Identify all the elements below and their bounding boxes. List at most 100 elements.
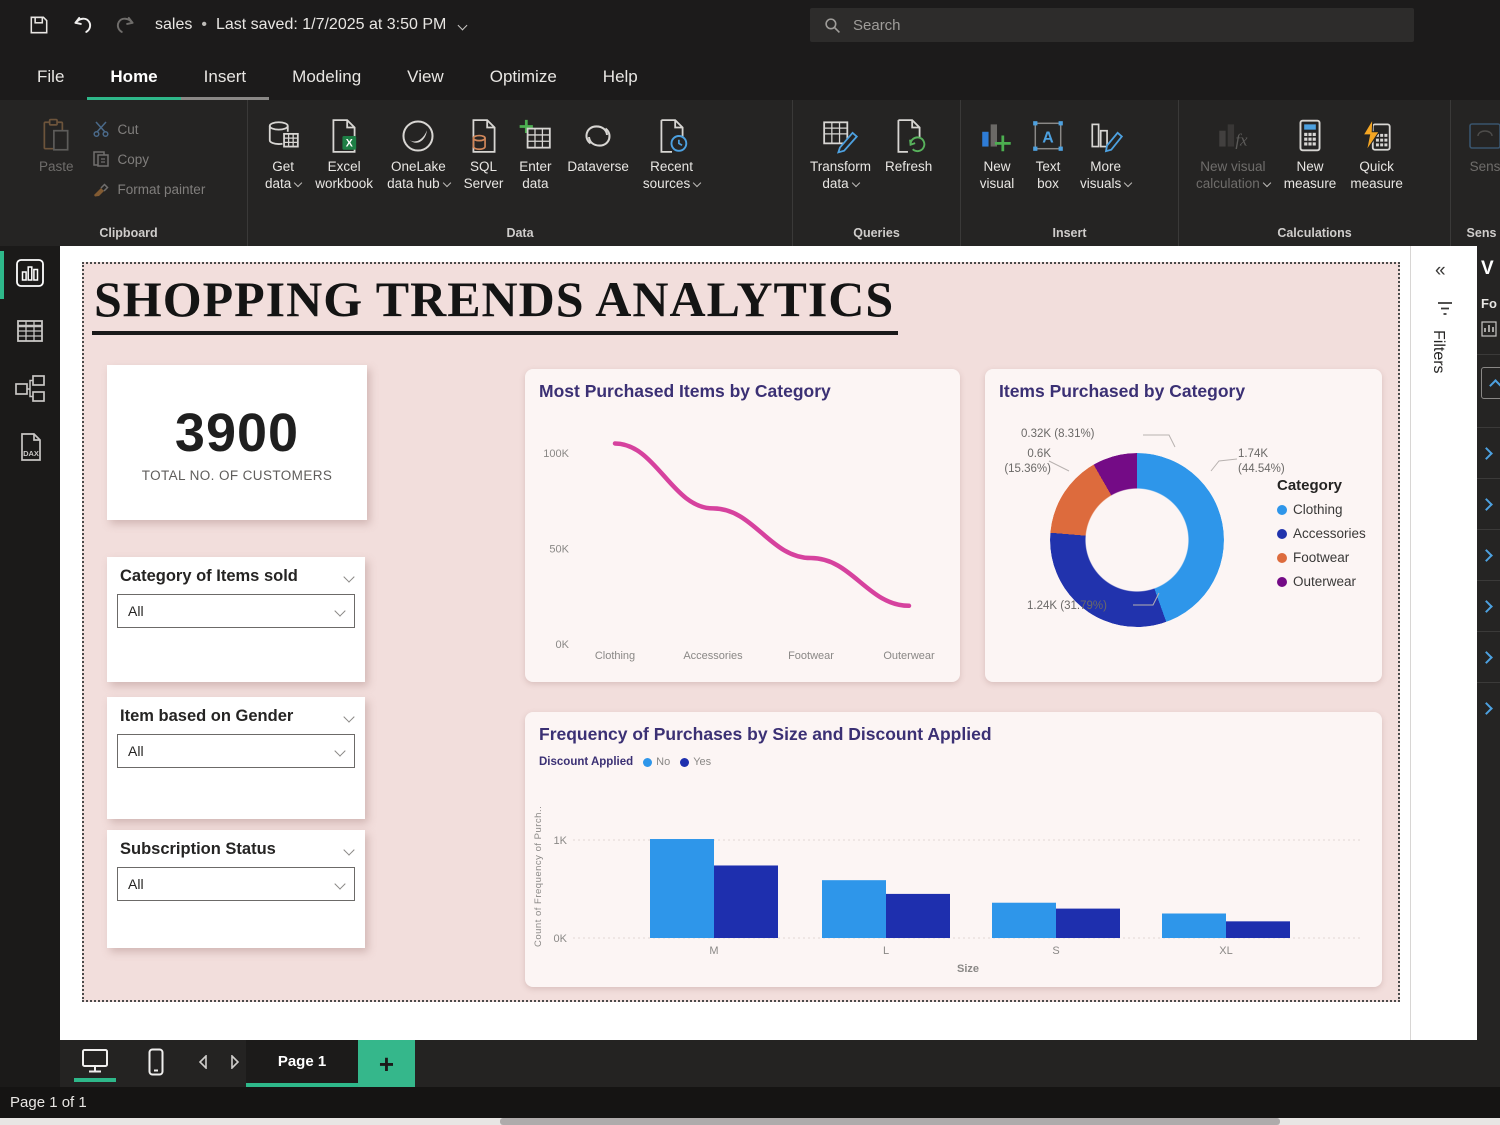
expand-filters-icon[interactable]: «: [1435, 260, 1446, 282]
legend-item-footwear[interactable]: Footwear: [1277, 550, 1366, 565]
refresh-button[interactable]: Refresh: [878, 112, 939, 177]
legend-item-accessories[interactable]: Accessories: [1277, 526, 1366, 541]
bar-yes-XL[interactable]: [1226, 921, 1290, 938]
sidebar-model-view[interactable]: [0, 362, 60, 420]
legend-item-clothing[interactable]: Clothing: [1277, 502, 1366, 517]
legend-label: Accessories: [1293, 526, 1366, 541]
redo-icon[interactable]: [112, 12, 138, 38]
svg-text:Outerwear: Outerwear: [883, 650, 935, 662]
copy-button[interactable]: Copy: [91, 144, 206, 174]
menu-item-home[interactable]: Home: [87, 67, 180, 100]
bar-yes-M[interactable]: [714, 865, 778, 938]
view-sidebar: DAX: [0, 246, 60, 1087]
format-painter-button[interactable]: Format painter: [91, 174, 206, 204]
filters-pane-collapsed: « Filters: [1410, 246, 1477, 1040]
save-icon[interactable]: [26, 12, 52, 38]
viz-pane-section-3[interactable]: [1477, 529, 1500, 580]
menu-item-view[interactable]: View: [384, 67, 467, 100]
legend-dot-icon: [1277, 505, 1287, 515]
add-page-button[interactable]: +: [358, 1040, 415, 1087]
sensitivity-button[interactable]: Sens: [1461, 112, 1500, 177]
transform-data-button[interactable]: Transformdata: [803, 112, 878, 194]
ribbon-button-label: Refresh: [885, 158, 932, 175]
sql-server-button[interactable]: SQLServer: [457, 112, 511, 194]
viz-pane-section-2[interactable]: [1477, 478, 1500, 529]
kpi-card-total-customers[interactable]: 3900 TOTAL NO. OF CUSTOMERS: [107, 365, 367, 520]
menu-item-modeling[interactable]: Modeling: [269, 67, 384, 100]
bar-yes-L[interactable]: [886, 894, 950, 938]
slicer-item-based-on-gender[interactable]: Item based on Gender All: [107, 697, 365, 819]
ribbon-group-label: Calculations: [1179, 226, 1450, 240]
get-data-button[interactable]: Getdata: [258, 112, 308, 194]
viz-pane-section-4[interactable]: [1477, 580, 1500, 631]
active-view-indicator: [74, 1078, 116, 1082]
viz-pane-section-5[interactable]: [1477, 631, 1500, 682]
legend-item-no[interactable]: No: [643, 756, 670, 768]
slicer-dropdown[interactable]: All: [117, 594, 355, 628]
quick-measure-button[interactable]: Quickmeasure: [1343, 112, 1410, 194]
legend-item-outerwear[interactable]: Outerwear: [1277, 574, 1366, 589]
line-chart-most-purchased[interactable]: Most Purchased Items by Category0K50K100…: [525, 369, 960, 682]
document-title[interactable]: sales • Last saved: 1/7/2025 at 3:50 PM: [155, 0, 466, 50]
page-next-icon[interactable]: [230, 1055, 240, 1069]
donut-chart-items-by-category[interactable]: Items Purchased by Category1.74K (44.54%…: [985, 369, 1382, 682]
slicer-header[interactable]: Category of Items sold: [107, 557, 365, 592]
sidebar-dax-query-view[interactable]: DAX: [0, 420, 60, 478]
filter-funnel-icon[interactable]: [1437, 302, 1453, 321]
menu-item-optimize[interactable]: Optimize: [467, 67, 580, 100]
enter-data-button[interactable]: Enterdata: [510, 112, 560, 194]
menu-item-insert[interactable]: Insert: [181, 67, 270, 100]
bar-yes-S[interactable]: [1056, 909, 1120, 938]
more-visuals-button[interactable]: Morevisuals: [1073, 112, 1138, 194]
page-prev-icon[interactable]: [198, 1055, 208, 1069]
slicer-header[interactable]: Subscription Status: [107, 830, 365, 865]
chevron-down-icon: [458, 20, 468, 30]
mobile-view-icon[interactable]: [148, 1048, 164, 1076]
chevron-right-icon: [1480, 600, 1493, 613]
search-input[interactable]: Search: [810, 8, 1414, 42]
onelake-button[interactable]: OneLakedata hub: [380, 112, 457, 194]
undo-icon[interactable]: [70, 12, 96, 38]
get-data-icon: [265, 114, 301, 158]
new-visual-button[interactable]: Newvisual: [971, 112, 1023, 194]
menu-item-help[interactable]: Help: [580, 67, 661, 100]
ribbon-group-label: Data: [248, 226, 792, 240]
bar-no-M[interactable]: [650, 839, 714, 938]
svg-text:X: X: [346, 138, 353, 150]
slicer-dropdown[interactable]: All: [117, 734, 355, 768]
viz-pane-section-1[interactable]: [1477, 427, 1500, 478]
donut-callout-footwear: 0.6K (15.36%): [989, 447, 1051, 477]
scrollbar-thumb[interactable]: [500, 1118, 1280, 1125]
dataverse-button[interactable]: Dataverse: [560, 112, 636, 177]
menu-item-file[interactable]: File: [14, 67, 87, 100]
quick-measure-icon: [1359, 114, 1395, 158]
sidebar-table-view[interactable]: [0, 304, 60, 362]
legend-item-yes[interactable]: Yes: [680, 756, 711, 768]
visual-type-icon[interactable]: [1481, 321, 1500, 342]
sidebar-report-view[interactable]: [0, 246, 60, 304]
new-visual-calculation-button[interactable]: fxNew visualcalculation: [1189, 112, 1277, 194]
bar-no-L[interactable]: [822, 880, 886, 938]
menu-bar: FileHomeInsertModelingViewOptimizeHelp: [14, 50, 661, 100]
cut-button[interactable]: Cut: [91, 114, 206, 144]
ribbon-button-label: Newmeasure: [1284, 158, 1337, 192]
slicer-category-of-items-sold[interactable]: Category of Items sold All: [107, 557, 365, 682]
slicer-dropdown[interactable]: All: [117, 867, 355, 901]
slicer-subscription-status[interactable]: Subscription Status All: [107, 830, 365, 948]
report-page[interactable]: SHOPPING TRENDS ANALYTICS 3900 TOTAL NO.…: [82, 262, 1400, 1002]
bar-no-S[interactable]: [992, 903, 1056, 938]
collapse-section-button[interactable]: [1481, 367, 1500, 399]
text-box-button[interactable]: ATextbox: [1023, 112, 1073, 194]
horizontal-scrollbar[interactable]: [0, 1118, 1500, 1125]
new-measure-button[interactable]: Newmeasure: [1277, 112, 1344, 194]
desktop-view-icon[interactable]: [80, 1048, 110, 1074]
bar-chart-frequency-by-size[interactable]: Frequency of Purchases by Size and Disco…: [525, 712, 1382, 987]
bar-no-XL[interactable]: [1162, 914, 1226, 939]
recent-sources-button[interactable]: Recentsources: [636, 112, 707, 194]
title-separator: •: [201, 16, 207, 34]
paste-button[interactable]: Paste: [32, 112, 81, 177]
viz-pane-section-6[interactable]: [1477, 682, 1500, 733]
page-tab[interactable]: Page 1: [246, 1040, 358, 1087]
slicer-header[interactable]: Item based on Gender: [107, 697, 365, 732]
excel-workbook-button[interactable]: XExcelworkbook: [308, 112, 380, 194]
